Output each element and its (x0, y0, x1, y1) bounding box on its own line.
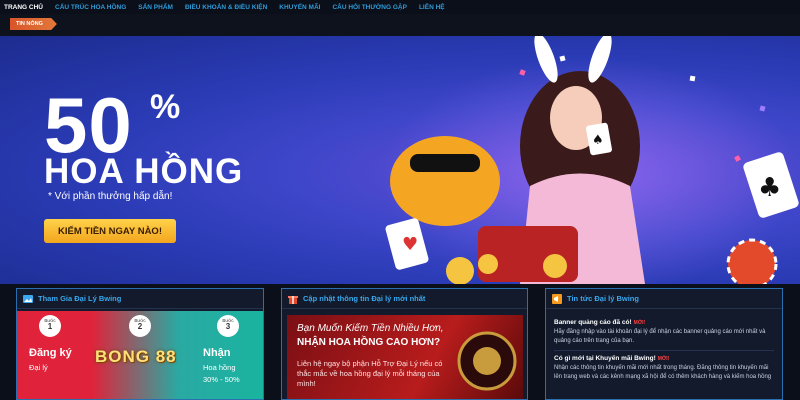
promo-subheadline: NHẬN HOA HỒNG CAO HƠN? (297, 337, 441, 348)
nav-item-terms[interactable]: ĐIỀU KHOẢN & ĐIỀU KIỆN (185, 4, 267, 11)
step-number: 3 (225, 322, 231, 331)
info-panels: Tham Gia Đại Lý Bwing Bước 1 Đăng ký Đại… (0, 284, 800, 400)
image-icon (23, 294, 33, 303)
mascot-sunglasses (410, 154, 480, 172)
card-suit: ♣ (758, 173, 781, 203)
step-1-text: Đăng ký (29, 347, 72, 359)
hero-title: HOA HỒNG (44, 152, 244, 191)
nav-item-promotions[interactable]: KHUYẾN MÃI (279, 4, 320, 11)
divider (554, 350, 774, 351)
news-item-body: Hãy đăng nhập vào tài khoản đại lý để nh… (554, 329, 766, 344)
nav-item-contact[interactable]: LIÊN HỆ (419, 4, 445, 11)
news-item-body: Nhận các thông tin khuyến mãi mới nhất t… (554, 365, 772, 380)
panel-header: Cập nhật thông tin Đại lý mới nhất (282, 289, 527, 309)
agent-update-panel: Cập nhật thông tin Đại lý mới nhất Bạn M… (281, 288, 528, 400)
join-agent-panel: Tham Gia Đại Lý Bwing Bước 1 Đăng ký Đại… (16, 288, 264, 400)
step-3-commission-range: 30% - 50% (203, 375, 240, 384)
panel-title: Tin tức Đại lý Bwing (567, 294, 639, 303)
news-list: Banner quảng cáo đã có! MỚI! Hãy đăng nhậ… (546, 309, 782, 381)
agent-news-panel: Tin tức Đại lý Bwing Banner quảng cáo đã… (545, 288, 783, 400)
panel-header: Tin tức Đại lý Bwing (546, 289, 782, 309)
card-suit: ♠ (592, 133, 604, 148)
panel-title: Cập nhật thông tin Đại lý mới nhất (303, 294, 426, 303)
news-item[interactable]: Banner quảng cáo đã có! MỚI! Hãy đăng nhậ… (554, 319, 774, 345)
roulette-icon (457, 331, 517, 391)
nav-item-products[interactable]: SẢN PHẨM (138, 4, 173, 11)
nav-item-commission-structure[interactable]: CẤU TRÚC HOA HỒNG (55, 4, 126, 11)
new-badge: MỚI! (633, 320, 646, 326)
step-1-subtext: Đại lý (29, 363, 48, 372)
promo-body: Liên hệ ngay bộ phận Hỗ Trợ Đại Lý nếu c… (297, 359, 443, 388)
hero-banner: 50 % HOA HỒNG * Với phần thưởng hấp dẫn!… (0, 36, 800, 284)
hero-illustration: ♥ ♣ ♠ (385, 36, 799, 284)
promo-banner[interactable]: Bạn Muốn Kiếm Tiền Nhiều Hơn, NHẬN HOA H… (287, 315, 523, 399)
news-item-title: Banner quảng cáo đã có! MỚI! (554, 319, 646, 326)
step-1-badge: Bước 1 (39, 315, 61, 337)
step-2-badge: Bước 2 (129, 315, 151, 337)
hero-subtitle: * Với phần thưởng hấp dẫn! (48, 191, 173, 202)
news-item-title: Có gì mới tại Khuyến mãi Bwing! MỚI! (554, 355, 670, 362)
hero-percent-sign: % (150, 88, 181, 126)
hot-news-badge: TIN NÓNG (10, 18, 57, 30)
earn-now-button[interactable]: KIẾM TIỀN NGAY NÀO! (44, 219, 176, 243)
step-3-text: Nhận (203, 347, 231, 359)
gift-icon (288, 295, 298, 304)
top-navigation: TRANG CHỦ CẤU TRÚC HOA HỒNG SẢN PHẨM ĐIỀ… (0, 0, 800, 14)
mascot-body (390, 136, 500, 226)
nav-item-faq[interactable]: CÂU HỎI THƯỜNG GẶP (332, 4, 407, 11)
bong88-logo: BONG 88 (95, 347, 177, 366)
card-suit: ♥ (402, 234, 418, 255)
news-item[interactable]: Có gì mới tại Khuyến mãi Bwing! MỚI! Nhận… (554, 355, 774, 381)
nav-item-home[interactable]: TRANG CHỦ (4, 4, 43, 11)
agent-steps: Bước 1 Đăng ký Đại lý Bước 2 BONG 88 Bướ… (17, 311, 263, 399)
panel-header: Tham Gia Đại Lý Bwing (17, 289, 263, 309)
step-number: 2 (137, 322, 143, 331)
gold-coin (543, 254, 567, 278)
gold-coin (446, 257, 474, 284)
gold-coin (478, 254, 498, 274)
new-badge: MỚI! (657, 356, 670, 362)
step-number: 1 (47, 322, 53, 331)
megaphone-icon (552, 293, 562, 304)
step-3-subtext: Hoa hồng (203, 363, 236, 372)
promo-headline: Bạn Muốn Kiếm Tiền Nhiều Hơn, (297, 323, 444, 334)
news-ticker: TIN NÓNG (0, 14, 800, 36)
panel-title: Tham Gia Đại Lý Bwing (38, 294, 122, 303)
step-3-badge: Bước 3 (217, 315, 239, 337)
casino-chip (726, 238, 778, 284)
